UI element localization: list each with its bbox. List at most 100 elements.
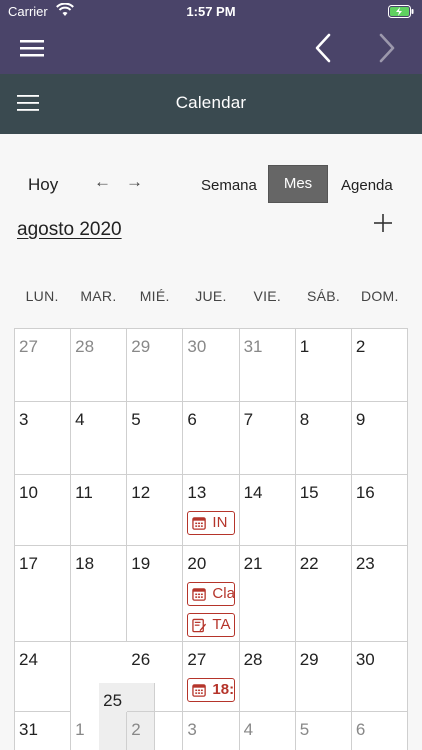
calendar-day[interactable]: 1 xyxy=(71,712,128,750)
day-number: 28 xyxy=(243,650,263,669)
calendar-day[interactable]: 4 xyxy=(71,402,128,475)
calendar-day[interactable]: 9 xyxy=(351,402,408,475)
day-number: 6 xyxy=(187,410,197,429)
calendar-day[interactable]: 4 xyxy=(240,712,296,750)
calendar-day[interactable]: 29 xyxy=(295,642,352,712)
calendar-day[interactable]: 2 xyxy=(351,329,408,402)
calendar-day[interactable]: 30 xyxy=(183,329,240,402)
calendar-day[interactable]: 15 xyxy=(295,475,352,546)
calendar-week-row: 27 28 29 30 31 1 2 xyxy=(15,329,408,402)
agenda-view-button[interactable]: Agenda xyxy=(341,177,393,194)
day-number: 16 xyxy=(355,483,375,502)
calendar-day[interactable]: 10 xyxy=(15,475,72,546)
calendar-week-row: 31 1 2 3 4 5 6 xyxy=(15,712,408,750)
day-number: 25 xyxy=(103,691,123,710)
calendar-day[interactable]: 16 xyxy=(351,475,408,546)
calendar-day[interactable]: 3 xyxy=(15,402,72,475)
day-number: 1 xyxy=(75,720,85,739)
calendar-day[interactable]: 12 xyxy=(127,475,184,546)
calendar-day[interactable]: 18 xyxy=(71,546,128,642)
calendar-day[interactable]: 27 xyxy=(15,329,72,402)
day-number: 22 xyxy=(299,554,319,573)
calendar-day[interactable]: 22 xyxy=(295,546,352,642)
battery-charging-icon xyxy=(388,5,414,18)
event-title: IN xyxy=(212,514,228,531)
day-number: 1 xyxy=(299,337,310,356)
day-number: 4 xyxy=(75,410,85,429)
day-number: 15 xyxy=(299,483,319,502)
weekday-label: DOM. xyxy=(360,288,399,304)
calendar-day[interactable]: 19 xyxy=(127,546,184,642)
event-chip[interactable]: Cla xyxy=(187,582,236,606)
calendar-day[interactable]: 26 xyxy=(127,642,184,712)
calendar-day[interactable]: 31 xyxy=(15,712,72,750)
calendar-week-row: 24 25 26 27 18: 28 29 30 xyxy=(15,642,408,750)
day-number: 4 xyxy=(243,720,254,739)
forward-icon[interactable] xyxy=(374,32,400,64)
calendar-icon xyxy=(192,588,207,601)
calendar-day[interactable]: 14 xyxy=(239,475,296,546)
calendar-day[interactable]: 30 xyxy=(351,642,408,712)
calendar-day[interactable]: 20 Cla TA xyxy=(183,546,240,642)
day-number: 14 xyxy=(243,483,263,502)
calendar-day[interactable]: 5 xyxy=(296,712,352,750)
event-chip[interactable]: 18: xyxy=(187,678,236,702)
calendar-day[interactable]: 21 xyxy=(239,546,296,642)
calendar-day[interactable]: 17 xyxy=(15,546,72,642)
calendar-day[interactable]: 7 xyxy=(239,402,296,475)
calendar-day[interactable]: 2 xyxy=(127,712,184,750)
calendar-day[interactable]: 3 xyxy=(183,712,240,750)
calendar-day[interactable]: 6 xyxy=(352,712,408,750)
calendar-toolbar: Hoy ← → Semana Mes Agenda agosto 2020 xyxy=(0,134,422,265)
edit-icon xyxy=(192,618,207,633)
calendar-day[interactable]: 28 xyxy=(239,642,296,712)
event-chip[interactable]: TA xyxy=(187,613,236,637)
nav-bar xyxy=(0,24,422,74)
weekday-label: MIÉ. xyxy=(139,288,170,304)
day-number: 12 xyxy=(131,483,151,502)
calendar-day[interactable]: 11 xyxy=(71,475,128,546)
calendar-week-row: 17 18 19 20 Cla TA 21 22 23 xyxy=(15,546,408,642)
calendar-day[interactable]: 6 xyxy=(183,402,240,475)
today-button[interactable]: Hoy xyxy=(28,175,58,195)
calendar-day[interactable]: 28 xyxy=(71,329,128,402)
week-view-button[interactable]: Semana xyxy=(201,177,257,194)
day-number: 3 xyxy=(19,410,29,429)
day-number: 13 xyxy=(187,483,207,502)
event-chip[interactable]: IN xyxy=(187,511,236,535)
calendar-day[interactable]: 1 xyxy=(295,329,352,402)
month-view-button[interactable]: Mes xyxy=(268,165,328,203)
calendar-day[interactable]: 29 xyxy=(127,329,184,402)
add-event-icon[interactable] xyxy=(372,212,394,234)
calendar-day[interactable]: 13 IN xyxy=(183,475,240,546)
day-number: 6 xyxy=(355,720,366,739)
weekday-label: JUE. xyxy=(195,288,227,304)
day-number: 18 xyxy=(75,554,95,573)
month-title[interactable]: agosto 2020 xyxy=(17,219,122,241)
calendar-week-row: 10 11 12 13 IN 14 15 16 xyxy=(15,475,408,546)
calendar-day[interactable]: 5 xyxy=(127,402,184,475)
top-bar: Carrier 1:57 PM xyxy=(0,0,422,74)
calendar-day[interactable]: 31 xyxy=(239,329,296,402)
day-number: 23 xyxy=(355,554,375,573)
weekday-label: LUN. xyxy=(25,288,59,304)
day-number: 27 xyxy=(19,337,38,356)
day-number: 21 xyxy=(243,554,263,573)
menu-icon[interactable] xyxy=(20,38,44,58)
day-number: 28 xyxy=(75,337,95,356)
day-number: 30 xyxy=(187,337,207,356)
next-month-button[interactable]: → xyxy=(126,172,143,192)
back-icon[interactable] xyxy=(310,32,336,64)
event-title: TA xyxy=(212,616,231,633)
calendar-day[interactable]: 24 xyxy=(15,642,72,712)
calendar-day[interactable]: 27 18: xyxy=(183,642,240,712)
calendar-day[interactable]: 8 xyxy=(295,402,352,475)
day-number: 19 xyxy=(131,554,151,573)
calendar-day[interactable]: 23 xyxy=(351,546,408,642)
clock-label: 1:57 PM xyxy=(186,4,236,19)
day-number: 9 xyxy=(355,410,366,429)
day-number: 20 xyxy=(187,554,207,573)
calendar-icon xyxy=(192,684,207,697)
prev-month-button[interactable]: ← xyxy=(94,172,111,192)
day-number: 26 xyxy=(131,650,151,669)
